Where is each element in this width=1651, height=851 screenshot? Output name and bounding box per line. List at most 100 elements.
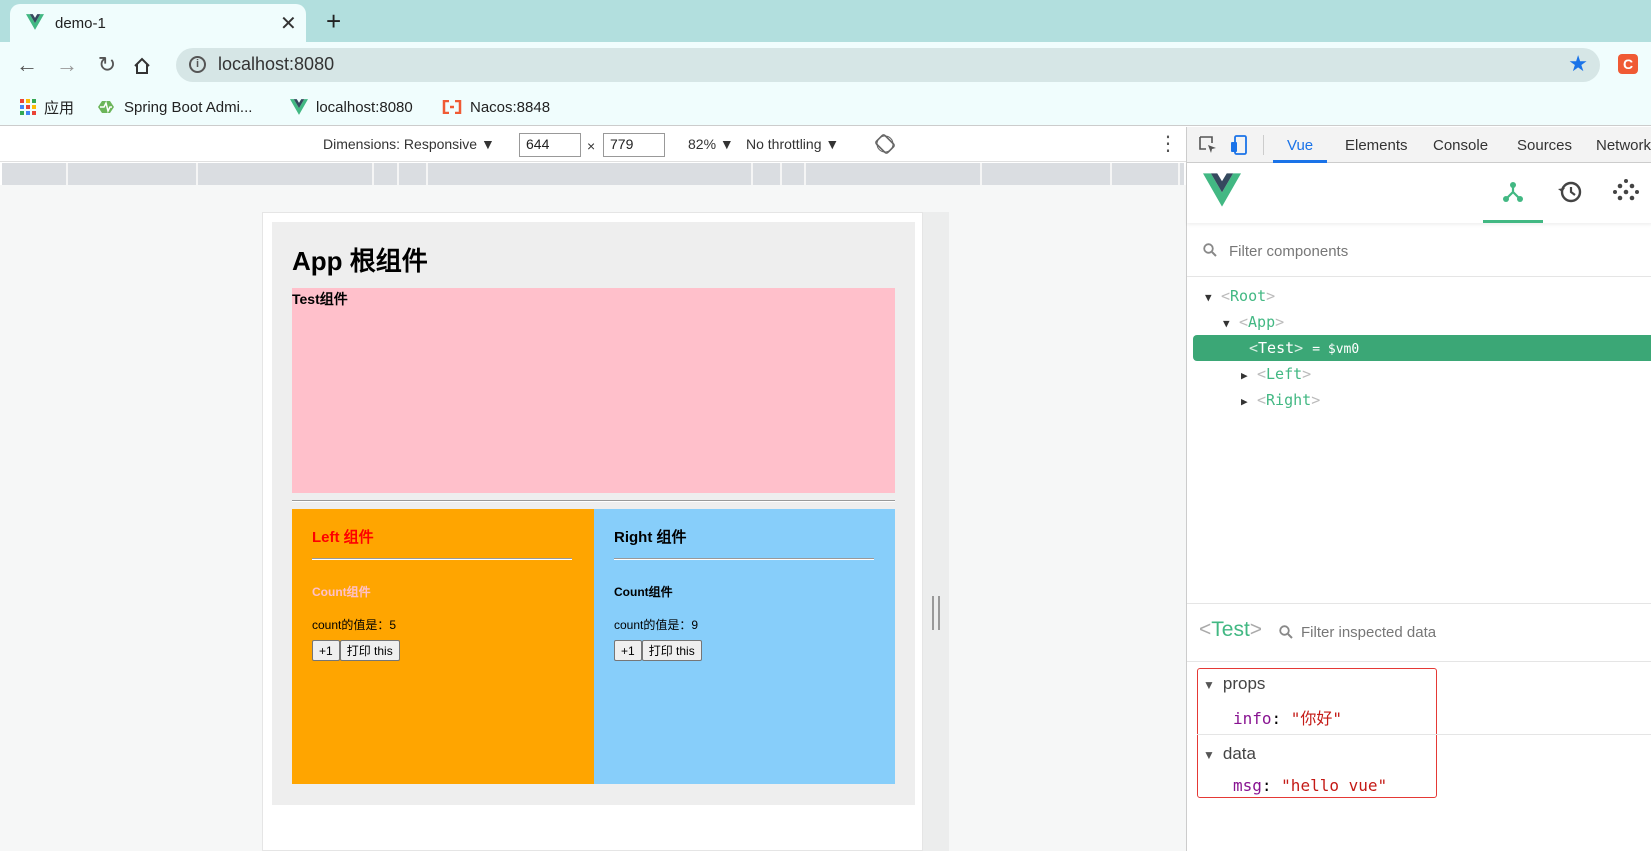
bookmark-label: 应用 [44, 99, 75, 117]
data-msg[interactable]: msg: "hello vue" [1233, 776, 1387, 795]
bookmark-label: Spring Boot Admi... [124, 98, 253, 116]
extension-c-icon[interactable]: C [1618, 54, 1638, 74]
close-tab-icon[interactable]: ✕ [280, 11, 297, 36]
tab-vue[interactable]: Vue [1287, 137, 1313, 154]
bookmark-localhost[interactable]: localhost:8080 [290, 96, 413, 118]
tab-console[interactable]: Console [1433, 137, 1488, 154]
apps-grid-icon [20, 99, 36, 115]
expanded-arrow-icon[interactable]: ▼ [1223, 311, 1239, 337]
expanded-arrow-icon[interactable]: ▼ [1205, 285, 1221, 311]
width-input[interactable]: 644 [519, 133, 581, 157]
browser-tab-strip: demo-1 ✕ + [0, 0, 1651, 42]
device-toggle-icon[interactable] [1229, 134, 1251, 156]
active-view-indicator [1483, 220, 1543, 223]
search-icon [1279, 625, 1293, 639]
count-title: Count组件 [312, 585, 371, 599]
test-label: Test组件 [292, 291, 348, 307]
height-input[interactable]: 779 [603, 133, 665, 157]
tab-title: demo-1 [55, 15, 106, 32]
components-tree-icon[interactable] [1498, 177, 1528, 207]
spring-boot-icon [98, 100, 114, 114]
search-icon [1203, 243, 1217, 257]
divider [312, 558, 572, 560]
tab-network[interactable]: Network [1596, 137, 1651, 154]
info-icon[interactable]: i [189, 56, 206, 73]
back-arrow-icon[interactable]: ← [12, 50, 42, 80]
forward-arrow-icon[interactable]: → [52, 50, 82, 80]
vue-devtools-header [1187, 163, 1651, 223]
left-title: Left 组件 [312, 529, 374, 546]
bookmark-label: Nacos:8848 [470, 98, 551, 116]
address-bar[interactable]: i localhost:8080 ★ [176, 48, 1600, 82]
count-value: count的值是：5 [312, 618, 397, 632]
data-section-header[interactable]: ▼ data [1203, 744, 1256, 764]
bookmark-label: localhost:8080 [316, 98, 413, 116]
throttling-dropdown[interactable]: No throttling ▼ [746, 136, 839, 152]
component-inspector: <Test> Filter inspected data ▼ props info… [1187, 603, 1651, 851]
left-component: Left 组件 Count组件 count的值是：5 +1 打印 this [292, 509, 594, 784]
inspected-component-name: <Test> [1199, 618, 1263, 641]
tab-sources[interactable]: Sources [1517, 137, 1572, 154]
props-section-header[interactable]: ▼ props [1203, 674, 1265, 694]
increment-button[interactable]: +1 [614, 640, 642, 661]
divider [292, 500, 895, 502]
vm-ref: = $vm0 [1312, 342, 1360, 357]
count-title: Count组件 [614, 585, 673, 599]
bookmark-spring-boot[interactable]: Spring Boot Admi... [96, 96, 252, 118]
media-query-ruler[interactable] [2, 163, 1184, 185]
separator [1263, 135, 1264, 155]
dimensions-dropdown[interactable]: Dimensions: Responsive ▼ [323, 136, 495, 152]
bookmarks-bar: 应用 Spring Boot Admi... localhost:8080 Na… [0, 88, 1651, 126]
device-toolbar: Dimensions: Responsive ▼ 644 × 779 82% ▼… [0, 127, 1186, 162]
increment-button[interactable]: +1 [312, 640, 340, 661]
devtools-tab-bar: Vue Elements Console Sources Network [1187, 127, 1651, 163]
tree-node-app[interactable]: ▼ <App> [1223, 309, 1284, 335]
tab-elements[interactable]: Elements [1345, 137, 1408, 154]
divider [614, 558, 874, 560]
zoom-dropdown[interactable]: 82% ▼ [688, 136, 734, 152]
rotate-icon[interactable] [875, 134, 895, 154]
history-icon[interactable] [1555, 177, 1585, 207]
count-value: count的值是：9 [614, 618, 699, 632]
tree-node-root[interactable]: ▼ <Root> [1205, 283, 1275, 309]
times-sign: × [587, 138, 596, 154]
viewport-resize-gutter[interactable] [923, 212, 949, 851]
expanded-arrow-icon[interactable]: ▼ [1203, 678, 1215, 692]
browser-toolbar: ← → ↻ i localhost:8080 ★ C [0, 42, 1651, 88]
right-title: Right 组件 [614, 529, 687, 546]
tree-node-test-selected[interactable]: <Test> = $vm0 [1193, 335, 1651, 361]
browser-tab[interactable]: demo-1 ✕ [10, 4, 306, 42]
bookmark-apps[interactable]: 应用 [20, 96, 74, 118]
print-this-button[interactable]: 打印 this [641, 640, 702, 661]
expanded-arrow-icon[interactable]: ▼ [1203, 748, 1215, 762]
print-this-button[interactable]: 打印 this [339, 640, 400, 661]
bookmark-star-icon[interactable]: ★ [1568, 51, 1588, 77]
inspect-element-icon[interactable] [1197, 134, 1219, 156]
tree-node-left[interactable]: ▶ <Left> [1241, 361, 1311, 387]
vue-icon [290, 99, 308, 115]
url-text[interactable]: localhost:8080 [218, 54, 334, 75]
resize-handle-icon[interactable] [932, 596, 940, 630]
home-icon[interactable] [132, 56, 152, 76]
nacos-icon [442, 100, 462, 114]
new-tab-icon[interactable]: + [326, 6, 341, 36]
filter-components-field[interactable]: Filter components [1187, 227, 1651, 277]
prop-info[interactable]: info: "你好" [1233, 705, 1342, 729]
more-options-icon[interactable]: ⋮ [1158, 133, 1178, 155]
collapsed-arrow-icon[interactable]: ▶ [1241, 389, 1257, 415]
collapsed-arrow-icon[interactable]: ▶ [1241, 363, 1257, 389]
right-component: Right 组件 Count组件 count的值是：9 +1 打印 this [594, 509, 895, 784]
filter-inspected-data-field[interactable]: Filter inspected data [1301, 624, 1436, 641]
filter-components-placeholder[interactable]: Filter components [1229, 243, 1348, 260]
app-title: App 根组件 [292, 246, 428, 276]
vuex-dots-icon[interactable] [1611, 177, 1641, 207]
test-component: Test组件 [292, 288, 895, 493]
inspector-header: <Test> Filter inspected data [1187, 604, 1651, 662]
bookmark-nacos[interactable]: Nacos:8848 [442, 96, 550, 118]
reload-icon[interactable]: ↻ [92, 50, 122, 80]
app-root-component: App 根组件 Test组件 Left 组件 Count组件 count的值是：… [272, 222, 915, 805]
emulated-page: App 根组件 Test组件 Left 组件 Count组件 count的值是：… [262, 212, 923, 851]
vue-logo-icon [1203, 173, 1241, 207]
tree-node-right[interactable]: ▶ <Right> [1241, 387, 1320, 413]
divider [1197, 734, 1651, 735]
